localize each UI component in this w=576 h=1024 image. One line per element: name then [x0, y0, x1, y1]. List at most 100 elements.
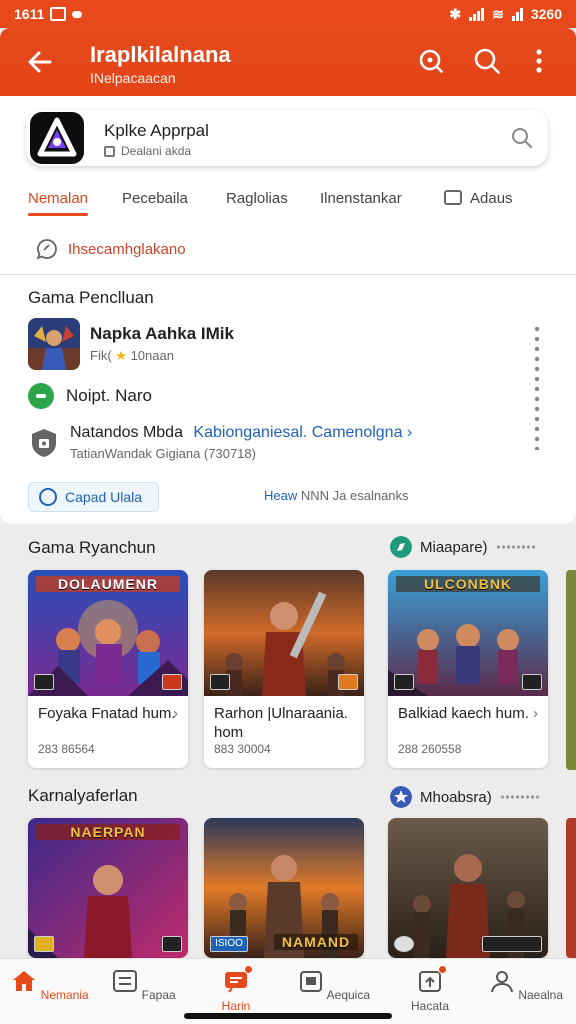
status-icon	[28, 383, 54, 409]
game-banner: NAMAND	[274, 934, 358, 950]
section-title: Gama Ryanchun	[28, 538, 156, 557]
signal-icon	[469, 7, 485, 21]
search-icon[interactable]	[472, 46, 502, 76]
age-badge	[522, 674, 542, 690]
next-card-peek[interactable]	[566, 570, 576, 770]
nav-games[interactable]: Fapaa	[96, 969, 192, 1002]
status-bar: 1611 ✱ ≋ 3260	[0, 0, 576, 28]
wifi-icon: ≋	[492, 5, 504, 22]
status-time: 1611	[14, 6, 45, 22]
tab-install[interactable]: Ilnenstankar	[320, 190, 402, 207]
next-card-peek[interactable]	[566, 818, 576, 958]
age-badge	[162, 674, 182, 690]
developer-link[interactable]: Kabionganiesal. Camenolgna ›	[193, 424, 412, 441]
tab-bar: Nemalan Pecebaila Raglolias Ilnenstankar…	[0, 186, 576, 216]
shield-icon	[32, 428, 56, 457]
game-card[interactable]: NAERPAN	[28, 818, 188, 958]
status-row: Noipt. Naro	[28, 383, 152, 409]
download-count: 283 86564	[38, 742, 95, 756]
footer-link[interactable]: Heaw	[264, 488, 297, 503]
verified-icon	[39, 488, 57, 506]
game-card[interactable]	[388, 818, 548, 958]
game-meta: Fik( ★ 10naan	[90, 348, 174, 363]
developer-row: Natandos Mbda Kabionganiesal. Camenolgna…	[28, 424, 412, 461]
developer-name: Natandos Mbda	[70, 424, 183, 441]
page-title: Iraplkilalnana	[90, 42, 231, 67]
divider	[0, 274, 576, 275]
game-art: NAERPAN	[28, 818, 188, 958]
details-section-title: Gama Penclluan	[28, 288, 154, 307]
compass-icon	[390, 536, 412, 558]
chat-chip[interactable]: Ihsecamhglakano	[36, 238, 186, 260]
rating-badge	[210, 674, 230, 690]
search-icon[interactable]	[510, 126, 534, 150]
game-title: Foyaka Fnatad hum. ›	[38, 705, 178, 722]
game-name: Napka Aahka IMik	[90, 324, 234, 343]
game-title: Rarhon |Ulnaraania. hom	[214, 705, 348, 741]
star-icon: ★	[115, 348, 127, 363]
section-title: Karnalyaferlan	[28, 786, 138, 805]
notification-badge	[244, 965, 253, 974]
game-thumbnail	[28, 318, 80, 370]
rating-badge	[34, 674, 54, 690]
cta-button[interactable]: Capad Ulala	[28, 482, 160, 512]
star-badge-icon	[390, 786, 412, 808]
back-arrow-icon[interactable]	[24, 46, 56, 78]
notification-icon	[50, 7, 67, 21]
grid-icon	[113, 970, 138, 992]
game-art: ULCONBNK	[388, 570, 548, 696]
chevron-right-icon: ›	[533, 705, 538, 722]
person-icon	[490, 971, 513, 993]
section-side[interactable]: Mhoabsra)	[390, 786, 540, 808]
rating-badge	[394, 674, 414, 690]
home-indicator[interactable]	[184, 1013, 392, 1019]
more-vert-icon[interactable]	[524, 46, 554, 76]
footer-note: Heaw NNN Ja esalnanks	[264, 488, 409, 503]
age-badge	[162, 936, 182, 952]
section-side[interactable]: Miaapare)	[390, 536, 536, 558]
mail-icon	[72, 10, 83, 18]
game-banner: ULCONBNK	[396, 576, 540, 592]
download-count: 883 30004	[214, 742, 271, 756]
home-icon	[13, 971, 36, 991]
tab-details[interactable]: Pecebaila	[122, 190, 188, 207]
tab-reviews[interactable]: Raglolias	[226, 190, 288, 207]
nav-library[interactable]: Aequica	[286, 969, 382, 1002]
rating-badge	[34, 936, 54, 952]
game-card[interactable]: ULCONBNK Balkiad kaech hum. › 288 260558	[388, 570, 548, 768]
dots-icon	[499, 795, 540, 799]
game-banner: DOLAUMENR	[36, 576, 180, 592]
game-card[interactable]: NAMAND ISIOO	[204, 818, 364, 958]
more-options-icon[interactable]	[534, 324, 540, 450]
nav-updates[interactable]: Hacata	[382, 965, 478, 1013]
tab-overview[interactable]: Nemalan	[28, 190, 89, 216]
notification-badge	[438, 965, 447, 974]
game-art: DOLAUMENR	[28, 570, 188, 696]
tab-about[interactable]: Adaus	[444, 190, 513, 207]
nav-home[interactable]: Nemania	[2, 969, 98, 1002]
scan-icon[interactable]	[416, 46, 446, 76]
game-title: Balkiad kaech hum. ›	[398, 705, 538, 722]
search-card[interactable]: Kplke Apprpal Dealani akda	[26, 110, 548, 166]
upload-icon	[417, 965, 447, 993]
game-row[interactable]: Napka Aahka IMik Fik( ★ 10naan	[28, 318, 234, 370]
nav-profile[interactable]: Naealna	[478, 969, 574, 1002]
app-logo	[30, 112, 84, 164]
nav-offers[interactable]: Harin	[188, 965, 284, 1013]
game-art	[388, 818, 548, 958]
chevron-right-icon: ›	[406, 424, 413, 441]
lock-icon	[104, 145, 115, 157]
app-name: Kplke Apprpal	[104, 121, 209, 140]
calendar-icon	[299, 971, 322, 992]
app-detail-sheet: Kplke Apprpal Dealani akda Nemalan Peceb…	[0, 96, 576, 524]
game-card[interactable]: Rarhon |Ulnaraania. hom 883 30004	[204, 570, 364, 768]
info-box-icon	[444, 190, 462, 205]
platform-badge: ISIOO	[210, 936, 248, 952]
rating-badge	[394, 936, 414, 952]
game-card[interactable]: DOLAUMENR Foyaka Fnatad hum. › 283 86564	[28, 570, 188, 768]
dots-icon	[495, 545, 536, 549]
status-clock: 3260	[530, 6, 562, 22]
developer-sub: TatianWandak Gigiana (730718)	[70, 446, 256, 461]
app-subtitle: Dealani akda	[104, 144, 191, 158]
age-badge	[338, 674, 358, 690]
